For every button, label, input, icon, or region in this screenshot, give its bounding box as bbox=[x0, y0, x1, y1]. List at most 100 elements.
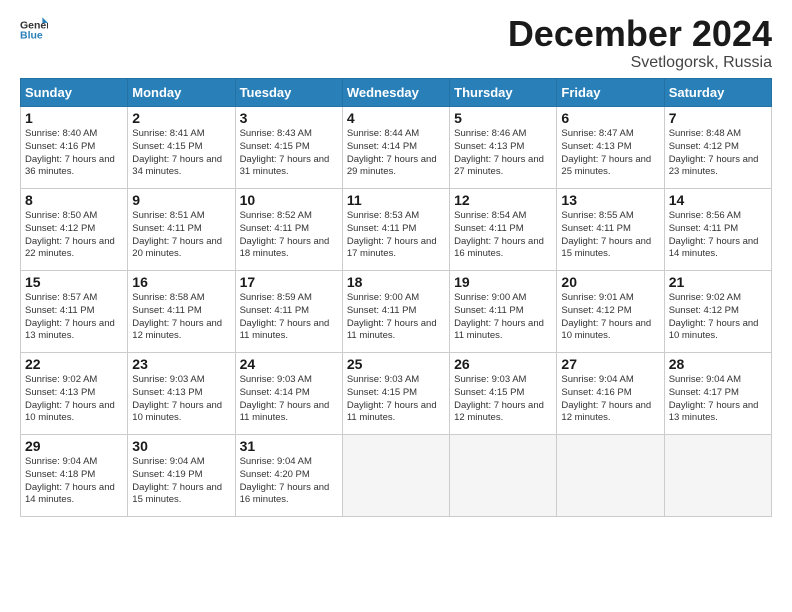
day-details: Sunrise: 8:46 AM Sunset: 4:13 PM Dayligh… bbox=[454, 128, 552, 179]
day-details: Sunrise: 8:50 AM Sunset: 4:12 PM Dayligh… bbox=[25, 210, 123, 261]
day-cell-10: 10 Sunrise: 8:52 AM Sunset: 4:11 PM Dayli… bbox=[235, 189, 342, 271]
logo-icon: General Blue bbox=[20, 16, 48, 44]
day-number: 9 bbox=[132, 192, 230, 208]
month-title: December 2024 bbox=[508, 16, 772, 52]
day-cell-20: 20 Sunrise: 9:01 AM Sunset: 4:12 PM Dayli… bbox=[557, 271, 664, 353]
day-cell-17: 17 Sunrise: 8:59 AM Sunset: 4:11 PM Dayli… bbox=[235, 271, 342, 353]
day-cell-3: 3Sunrise: 8:43 AM Sunset: 4:15 PM Daylig… bbox=[235, 107, 342, 189]
day-number: 12 bbox=[454, 192, 552, 208]
header-cell-wednesday: Wednesday bbox=[342, 79, 449, 107]
week-row-3: 15 Sunrise: 8:57 AM Sunset: 4:11 PM Dayli… bbox=[21, 271, 772, 353]
day-number: 10 bbox=[240, 192, 338, 208]
day-cell-26: 26Sunrise: 9:03 AM Sunset: 4:15 PM Dayli… bbox=[450, 353, 557, 435]
header-row: SundayMondayTuesdayWednesdayThursdayFrid… bbox=[21, 79, 772, 107]
title-area: December 2024 Svetlogorsk, Russia bbox=[508, 16, 772, 72]
day-details: Sunrise: 9:00 AM Sunset: 4:11 PM Dayligh… bbox=[347, 292, 445, 343]
day-number: 13 bbox=[561, 192, 659, 208]
day-number: 4 bbox=[347, 110, 445, 126]
day-details: Sunrise: 8:51 AM Sunset: 4:11 PM Dayligh… bbox=[132, 210, 230, 261]
header-cell-sunday: Sunday bbox=[21, 79, 128, 107]
day-details: Sunrise: 8:56 AM Sunset: 4:11 PM Dayligh… bbox=[669, 210, 767, 261]
day-details: Sunrise: 8:57 AM Sunset: 4:11 PM Dayligh… bbox=[25, 292, 123, 343]
day-details: Sunrise: 8:43 AM Sunset: 4:15 PM Dayligh… bbox=[240, 128, 338, 179]
calendar-container: General Blue December 2024 Svetlogorsk, … bbox=[0, 0, 792, 527]
day-details: Sunrise: 9:02 AM Sunset: 4:12 PM Dayligh… bbox=[669, 292, 767, 343]
week-row-2: 8 Sunrise: 8:50 AM Sunset: 4:12 PM Daylig… bbox=[21, 189, 772, 271]
day-number: 1 bbox=[25, 110, 123, 126]
day-details: Sunrise: 8:54 AM Sunset: 4:11 PM Dayligh… bbox=[454, 210, 552, 261]
empty-cell bbox=[342, 435, 449, 517]
day-details: Sunrise: 9:00 AM Sunset: 4:11 PM Dayligh… bbox=[454, 292, 552, 343]
empty-cell bbox=[450, 435, 557, 517]
day-details: Sunrise: 8:59 AM Sunset: 4:11 PM Dayligh… bbox=[240, 292, 338, 343]
day-details: Sunrise: 9:03 AM Sunset: 4:14 PM Dayligh… bbox=[240, 374, 338, 425]
day-details: Sunrise: 9:03 AM Sunset: 4:13 PM Dayligh… bbox=[132, 374, 230, 425]
day-number: 19 bbox=[454, 274, 552, 290]
day-details: Sunrise: 8:40 AM Sunset: 4:16 PM Dayligh… bbox=[25, 128, 123, 179]
day-details: Sunrise: 9:04 AM Sunset: 4:18 PM Dayligh… bbox=[25, 456, 123, 507]
logo: General Blue bbox=[20, 16, 48, 44]
day-number: 8 bbox=[25, 192, 123, 208]
day-number: 11 bbox=[347, 192, 445, 208]
day-details: Sunrise: 8:48 AM Sunset: 4:12 PM Dayligh… bbox=[669, 128, 767, 179]
day-cell-16: 16Sunrise: 8:58 AM Sunset: 4:11 PM Dayli… bbox=[128, 271, 235, 353]
day-number: 31 bbox=[240, 438, 338, 454]
day-cell-4: 4 Sunrise: 8:44 AM Sunset: 4:14 PM Daylig… bbox=[342, 107, 449, 189]
week-row-5: 29Sunrise: 9:04 AM Sunset: 4:18 PM Dayli… bbox=[21, 435, 772, 517]
day-cell-6: 6Sunrise: 8:47 AM Sunset: 4:13 PM Daylig… bbox=[557, 107, 664, 189]
day-details: Sunrise: 8:44 AM Sunset: 4:14 PM Dayligh… bbox=[347, 128, 445, 179]
day-number: 7 bbox=[669, 110, 767, 126]
header-cell-monday: Monday bbox=[128, 79, 235, 107]
day-cell-28: 28Sunrise: 9:04 AM Sunset: 4:17 PM Dayli… bbox=[664, 353, 771, 435]
day-number: 23 bbox=[132, 356, 230, 372]
day-number: 27 bbox=[561, 356, 659, 372]
day-cell-27: 27Sunrise: 9:04 AM Sunset: 4:16 PM Dayli… bbox=[557, 353, 664, 435]
day-number: 18 bbox=[347, 274, 445, 290]
calendar-table: SundayMondayTuesdayWednesdayThursdayFrid… bbox=[20, 78, 772, 517]
empty-cell bbox=[664, 435, 771, 517]
day-number: 20 bbox=[561, 274, 659, 290]
svg-text:Blue: Blue bbox=[20, 29, 43, 41]
day-cell-29: 29Sunrise: 9:04 AM Sunset: 4:18 PM Dayli… bbox=[21, 435, 128, 517]
day-details: Sunrise: 8:52 AM Sunset: 4:11 PM Dayligh… bbox=[240, 210, 338, 261]
day-cell-22: 22Sunrise: 9:02 AM Sunset: 4:13 PM Dayli… bbox=[21, 353, 128, 435]
day-details: Sunrise: 8:53 AM Sunset: 4:11 PM Dayligh… bbox=[347, 210, 445, 261]
day-details: Sunrise: 8:41 AM Sunset: 4:15 PM Dayligh… bbox=[132, 128, 230, 179]
day-cell-15: 15 Sunrise: 8:57 AM Sunset: 4:11 PM Dayli… bbox=[21, 271, 128, 353]
day-number: 25 bbox=[347, 356, 445, 372]
day-details: Sunrise: 9:04 AM Sunset: 4:17 PM Dayligh… bbox=[669, 374, 767, 425]
day-cell-12: 12 Sunrise: 8:54 AM Sunset: 4:11 PM Dayli… bbox=[450, 189, 557, 271]
day-details: Sunrise: 9:03 AM Sunset: 4:15 PM Dayligh… bbox=[347, 374, 445, 425]
week-row-4: 22Sunrise: 9:02 AM Sunset: 4:13 PM Dayli… bbox=[21, 353, 772, 435]
day-cell-30: 30 Sunrise: 9:04 AM Sunset: 4:19 PM Dayli… bbox=[128, 435, 235, 517]
header-cell-saturday: Saturday bbox=[664, 79, 771, 107]
day-cell-21: 21 Sunrise: 9:02 AM Sunset: 4:12 PM Dayli… bbox=[664, 271, 771, 353]
day-cell-2: 2 Sunrise: 8:41 AM Sunset: 4:15 PM Daylig… bbox=[128, 107, 235, 189]
day-number: 21 bbox=[669, 274, 767, 290]
day-cell-5: 5Sunrise: 8:46 AM Sunset: 4:13 PM Daylig… bbox=[450, 107, 557, 189]
day-number: 14 bbox=[669, 192, 767, 208]
day-cell-1: 1 Sunrise: 8:40 AM Sunset: 4:16 PM Daylig… bbox=[21, 107, 128, 189]
day-number: 24 bbox=[240, 356, 338, 372]
day-number: 2 bbox=[132, 110, 230, 126]
day-details: Sunrise: 9:01 AM Sunset: 4:12 PM Dayligh… bbox=[561, 292, 659, 343]
week-row-1: 1 Sunrise: 8:40 AM Sunset: 4:16 PM Daylig… bbox=[21, 107, 772, 189]
day-details: Sunrise: 8:47 AM Sunset: 4:13 PM Dayligh… bbox=[561, 128, 659, 179]
header-cell-thursday: Thursday bbox=[450, 79, 557, 107]
day-cell-8: 8 Sunrise: 8:50 AM Sunset: 4:12 PM Daylig… bbox=[21, 189, 128, 271]
day-cell-24: 24 Sunrise: 9:03 AM Sunset: 4:14 PM Dayli… bbox=[235, 353, 342, 435]
day-cell-9: 9 Sunrise: 8:51 AM Sunset: 4:11 PM Daylig… bbox=[128, 189, 235, 271]
day-number: 16 bbox=[132, 274, 230, 290]
day-cell-23: 23 Sunrise: 9:03 AM Sunset: 4:13 PM Dayli… bbox=[128, 353, 235, 435]
header-cell-friday: Friday bbox=[557, 79, 664, 107]
day-details: Sunrise: 9:04 AM Sunset: 4:19 PM Dayligh… bbox=[132, 456, 230, 507]
day-number: 30 bbox=[132, 438, 230, 454]
day-details: Sunrise: 8:55 AM Sunset: 4:11 PM Dayligh… bbox=[561, 210, 659, 261]
day-cell-13: 13 Sunrise: 8:55 AM Sunset: 4:11 PM Dayli… bbox=[557, 189, 664, 271]
day-number: 26 bbox=[454, 356, 552, 372]
day-cell-11: 11 Sunrise: 8:53 AM Sunset: 4:11 PM Dayli… bbox=[342, 189, 449, 271]
day-number: 15 bbox=[25, 274, 123, 290]
empty-cell bbox=[557, 435, 664, 517]
day-details: Sunrise: 9:04 AM Sunset: 4:20 PM Dayligh… bbox=[240, 456, 338, 507]
day-number: 17 bbox=[240, 274, 338, 290]
